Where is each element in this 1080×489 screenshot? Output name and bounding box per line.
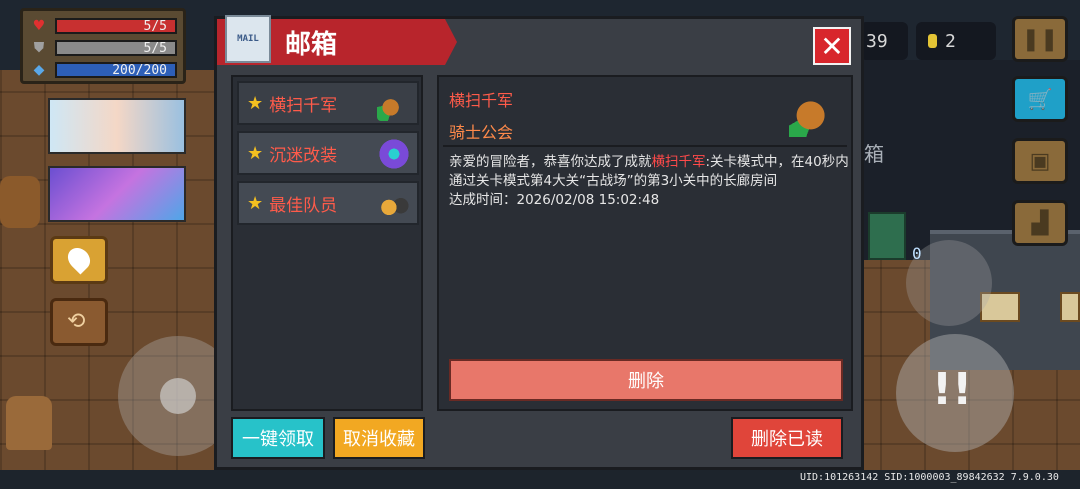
shield-icon: ⛊: [33, 40, 45, 56]
location-pin-icon: [63, 243, 95, 275]
swap-icon: ⟲: [67, 309, 86, 334]
energy-bar: 200/200: [55, 62, 177, 78]
hp-row: ♥ 5/5: [29, 15, 177, 37]
delete-read-button[interactable]: 删除已读: [731, 417, 843, 459]
armor-bar: 5/5: [55, 40, 177, 56]
player-character: [6, 396, 52, 450]
mailbox-dialog: 邮箱 MAIL ✕ ★ 横扫千军 ★ 沉迷改装 ★ 最佳队员 横扫千军 骑士公会…: [214, 15, 864, 470]
gem-counter: 39: [860, 22, 908, 60]
claim-all-label: 一键领取: [242, 429, 314, 450]
star-icon: ★: [247, 142, 264, 164]
id-card-icon: ▣: [1029, 148, 1051, 174]
mail-item-label: 横扫千军: [269, 95, 338, 116]
player-stats-panel: ♥ 5/5 ⛊ 5/5 ◆ 200/200: [20, 8, 186, 84]
unfavorite-button[interactable]: 取消收藏: [333, 417, 425, 459]
mail-list: ★ 横扫千军 ★ 沉迷改装 ★ 最佳队员: [231, 75, 423, 411]
energy-row: ◆ 200/200: [29, 59, 177, 81]
armor-value: 5/5: [143, 40, 167, 56]
hp-value: 5/5: [143, 18, 167, 34]
shop-button[interactable]: 🛒: [1012, 76, 1068, 122]
swap-button[interactable]: ⟲: [50, 298, 108, 346]
delete-button[interactable]: 删除: [449, 359, 843, 401]
stairs-button[interactable]: ▟: [1012, 200, 1068, 246]
coin-count: 2: [945, 30, 956, 52]
green-crate: [868, 212, 906, 260]
joystick-knob[interactable]: [160, 378, 196, 414]
achievement-thumb-icon: [377, 137, 411, 171]
divider: [443, 145, 847, 147]
detail-title: 横扫千军: [449, 91, 514, 110]
mail-icon: MAIL: [225, 15, 271, 63]
diamond-icon: ◆: [33, 62, 45, 78]
star-icon: ★: [247, 192, 264, 214]
npc-character: [0, 176, 40, 228]
delete-read-label: 删除已读: [751, 429, 823, 450]
mail-item[interactable]: ★ 最佳队员: [237, 181, 419, 225]
attack-button[interactable]: !!: [896, 334, 1014, 452]
location-button[interactable]: [50, 236, 108, 284]
hp-bar: 5/5: [55, 18, 177, 34]
poster-anime: [48, 166, 186, 222]
pause-button[interactable]: ❚❚: [1012, 16, 1068, 62]
room-sign-text: 箱: [864, 142, 884, 166]
uid-footer: UID:101263142 SID:1000003_89842632 7.9.0…: [800, 472, 1059, 483]
profile-button[interactable]: ▣: [1012, 138, 1068, 184]
detail-sender: 骑士公会: [449, 123, 514, 142]
heart-icon: ♥: [32, 18, 46, 34]
skill-button[interactable]: 0: [906, 240, 992, 326]
claim-all-button[interactable]: 一键领取: [231, 417, 325, 459]
unfavorite-label: 取消收藏: [343, 429, 415, 450]
achievement-thumb-icon: [377, 87, 411, 121]
achieved-time: 达成时间：2026/02/08 15:02:48: [449, 192, 660, 208]
notice-board-2: [1060, 292, 1080, 322]
skill-counter: 0: [912, 244, 922, 263]
mailbox-title: 邮箱: [285, 29, 338, 60]
mail-item-label: 沉迷改装: [269, 145, 338, 166]
mail-item[interactable]: ★ 沉迷改装: [237, 131, 419, 175]
attack-icon: !!: [932, 364, 973, 415]
energy-value: 200/200: [112, 62, 167, 78]
mail-item[interactable]: ★ 横扫千军: [237, 81, 419, 125]
coin-icon: [928, 34, 937, 48]
pause-icon: ❚❚: [1021, 26, 1059, 52]
cart-icon: 🛒: [1027, 87, 1053, 111]
close-button[interactable]: ✕: [813, 27, 851, 65]
coin-counter: 2: [916, 22, 996, 60]
delete-label: 删除: [628, 371, 664, 392]
body-highlight: 横扫千军: [651, 154, 706, 170]
mail-item-label: 最佳队员: [269, 195, 338, 216]
mail-icon-text: MAIL: [237, 34, 259, 44]
close-icon: ✕: [820, 29, 844, 63]
poster-characters: [48, 98, 186, 154]
armor-row: ⛊ 5/5: [29, 37, 177, 59]
star-icon: ★: [247, 92, 264, 114]
gem-count: 39: [866, 30, 888, 52]
stairs-icon: ▟: [1031, 210, 1049, 236]
body-prefix: 亲爱的冒险者，恭喜你达成了成就: [449, 154, 652, 170]
achievement-icon: [789, 83, 843, 137]
mail-detail: 横扫千军 骑士公会 亲爱的冒险者，恭喜你达成了成就横扫千军:关卡模式中，在40秒…: [437, 75, 853, 411]
achievement-thumb-icon: [377, 187, 411, 221]
detail-body: 亲爱的冒险者，恭喜你达成了成就横扫千军:关卡模式中，在40秒内通过关卡模式第4大…: [449, 153, 849, 210]
